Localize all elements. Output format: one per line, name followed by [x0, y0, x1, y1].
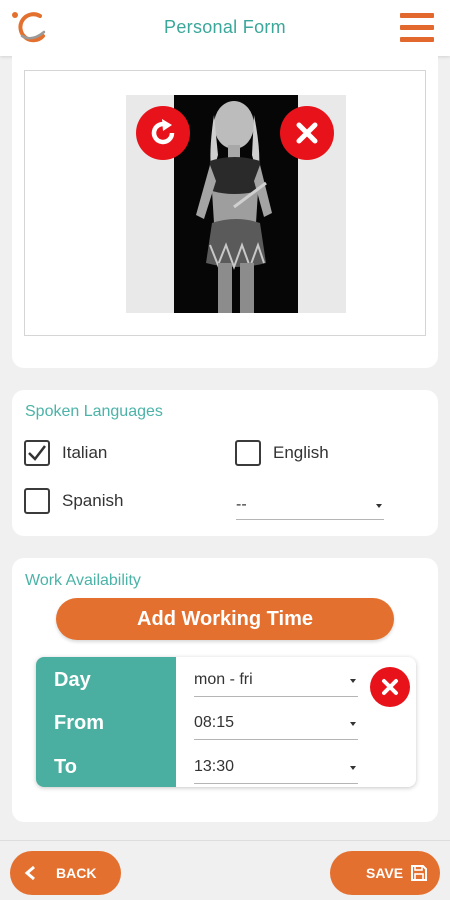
- checkbox-italian[interactable]: Italian: [24, 440, 107, 466]
- photo-background: [126, 95, 346, 313]
- hamburger-menu-icon[interactable]: [400, 13, 434, 43]
- chevron-down-icon: [350, 766, 356, 770]
- remove-working-time-button[interactable]: [370, 667, 410, 707]
- chevron-down-icon: [350, 722, 356, 726]
- checkbox-english[interactable]: English: [235, 440, 329, 466]
- add-working-time-button[interactable]: Add Working Time: [56, 598, 394, 640]
- day-label: Day: [54, 669, 91, 691]
- from-time-select[interactable]: 08:15: [194, 710, 358, 740]
- select-value: --: [236, 496, 247, 513]
- checkbox-label: Italian: [62, 443, 108, 462]
- section-title-work: Work Availability: [25, 572, 141, 589]
- checkmark-icon: [28, 445, 46, 461]
- checkbox-box[interactable]: [235, 440, 261, 466]
- close-icon: [296, 122, 318, 144]
- checkbox-label: Spanish: [62, 491, 124, 510]
- rotate-icon: [151, 119, 175, 145]
- checkbox-spanish[interactable]: Spanish: [24, 488, 123, 514]
- chevron-down-icon: [376, 504, 382, 508]
- save-button-label: SAVE: [366, 865, 404, 881]
- back-button-label: BACK: [56, 865, 97, 881]
- to-label: To: [54, 756, 77, 778]
- bottom-action-bar: BACK SAVE: [0, 840, 450, 900]
- remove-photo-button[interactable]: [280, 106, 334, 160]
- time-labels-column: Day From To: [36, 657, 176, 787]
- close-icon: [382, 679, 398, 695]
- section-title-languages: Spoken Languages: [25, 403, 163, 420]
- floppy-disk-icon: [411, 865, 427, 881]
- chevron-down-icon: [350, 679, 356, 683]
- checkbox-box[interactable]: [24, 488, 50, 514]
- checkbox-label: English: [273, 443, 329, 462]
- to-time-select[interactable]: 13:30: [194, 754, 358, 784]
- top-app-bar: Personal Form: [0, 0, 450, 56]
- select-value: 08:15: [194, 714, 235, 731]
- languages-card: Spoken Languages Italian English Spanish…: [12, 390, 438, 536]
- page-title: Personal Form: [164, 17, 286, 37]
- day-select[interactable]: mon - fri: [194, 667, 358, 697]
- select-value: 13:30: [194, 758, 235, 775]
- select-value: mon - fri: [194, 671, 253, 688]
- other-language-select[interactable]: --: [236, 492, 384, 520]
- working-time-entry: Day From To mon - fri 08:15 13:30: [36, 657, 416, 787]
- photo-frame: [24, 70, 426, 336]
- rotate-photo-button[interactable]: [136, 106, 190, 160]
- from-label: From: [54, 712, 104, 734]
- chevron-left-icon: [24, 865, 35, 881]
- work-availability-card: Work Availability Add Working Time Day F…: [12, 558, 438, 822]
- photo-card: [12, 56, 438, 368]
- back-button[interactable]: BACK: [10, 851, 121, 895]
- save-button[interactable]: SAVE: [330, 851, 440, 895]
- checkbox-box[interactable]: [24, 440, 50, 466]
